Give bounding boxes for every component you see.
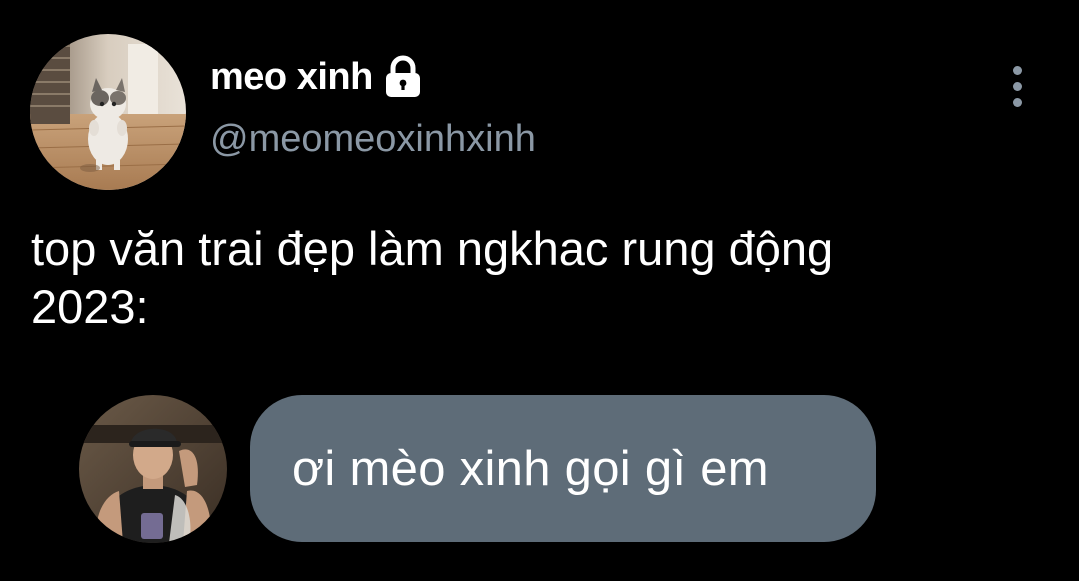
chat-message-text: ơi mèo xinh gọi gì em xyxy=(292,441,769,496)
chat-avatar xyxy=(79,395,227,543)
author-name-row: meo xinh xyxy=(210,52,424,102)
more-vertical-icon xyxy=(1012,65,1022,75)
cat-photo-icon xyxy=(30,34,186,190)
more-options-button[interactable] xyxy=(1000,62,1034,110)
chat-message-bubble: ơi mèo xinh gọi gì em xyxy=(250,395,876,542)
lock-icon xyxy=(382,55,424,99)
author-handle[interactable]: @meomeoxinhxinh xyxy=(210,118,536,161)
man-photo-icon xyxy=(79,395,227,543)
more-vertical-icon-dot xyxy=(1012,97,1022,107)
more-vertical-icon-dot xyxy=(1012,81,1022,91)
tweet-text: top văn trai đẹp làm ngkhac rung động 20… xyxy=(31,222,834,333)
author-avatar[interactable] xyxy=(30,34,186,190)
author-display-name[interactable]: meo xinh xyxy=(210,56,373,99)
tweet-card: meo xinh @meomeoxinhxinh top văn trai đẹ… xyxy=(0,0,1079,581)
